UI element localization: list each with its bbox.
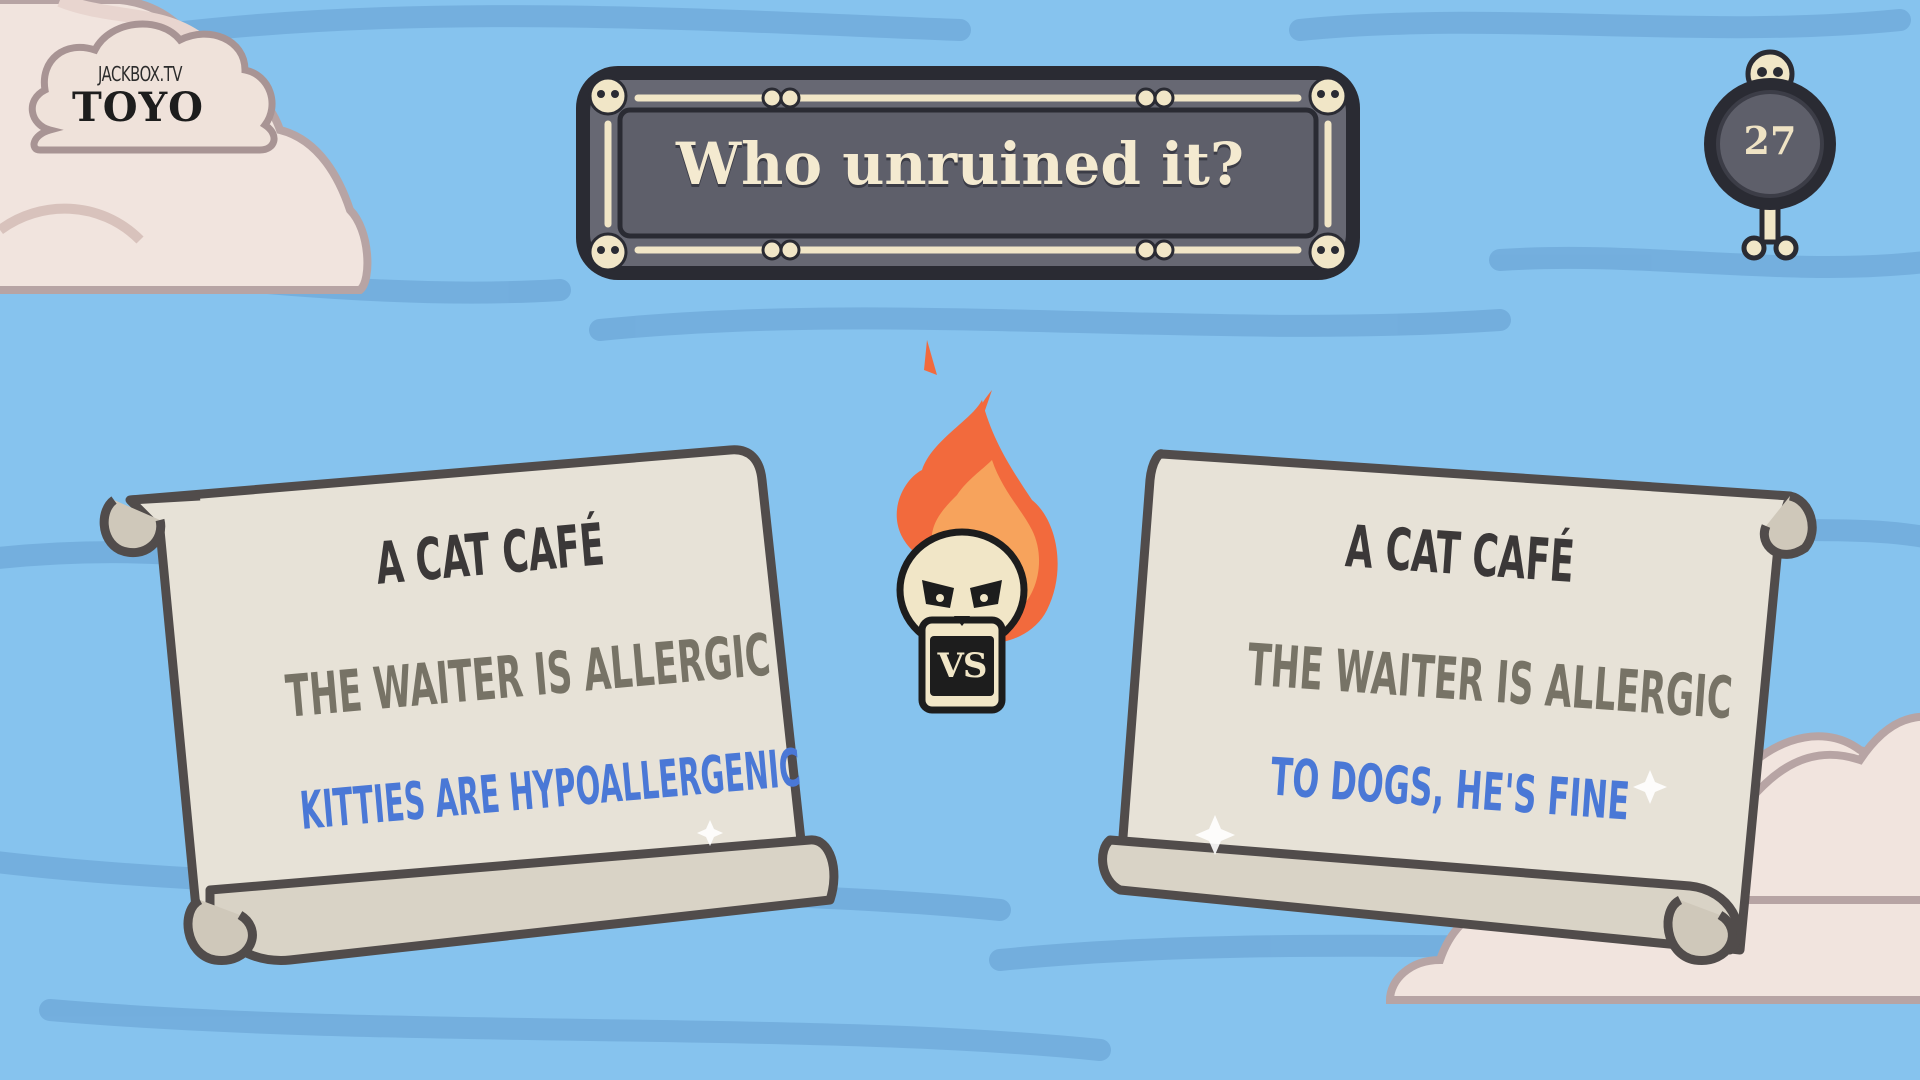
vs-label: VS bbox=[937, 646, 988, 686]
game-screen: JACKBOX.TV TOYO Who unruined it? 27 A CA… bbox=[0, 0, 1920, 1080]
